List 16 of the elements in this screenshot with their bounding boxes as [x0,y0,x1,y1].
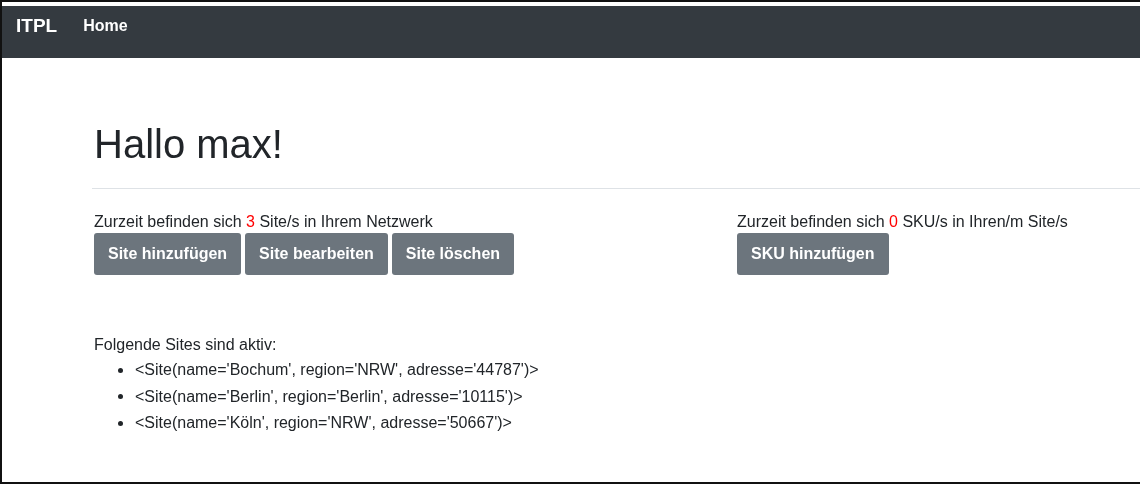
action-button[interactable]: Site bearbeiten [245,233,388,275]
count-text: Zurzeit befinden sich 0 SKU/s in Ihren/m Site/s [737,212,1069,232]
list-title: Folgende Sites sind aktiv: [94,335,278,355]
site-entry: <Site(name='Berlin', region='Berlin', adresse='10115')> [135,387,523,406]
page-heading: Hallo max! [94,121,284,168]
bullet-icon [118,367,123,373]
action-button[interactable]: SKU hinzufügen [737,233,889,275]
action-button[interactable]: Site hinzufügen [94,233,242,275]
bullet-icon [118,394,123,400]
site-entry: <Site(name='Bochum', region='NRW', adresse='44787')> [135,361,539,380]
count-text: Zurzeit befinden sich 3 Site/s in Ihrem Netzwerk [94,212,434,232]
brand-link[interactable]: ITPL [16,15,58,37]
site-entry: <Site(name='Köln', region='NRW', adresse='50667')> [135,414,512,433]
nav-link[interactable]: Home [83,17,128,35]
bullet-icon [118,420,123,426]
action-button[interactable]: Site löschen [391,233,515,275]
